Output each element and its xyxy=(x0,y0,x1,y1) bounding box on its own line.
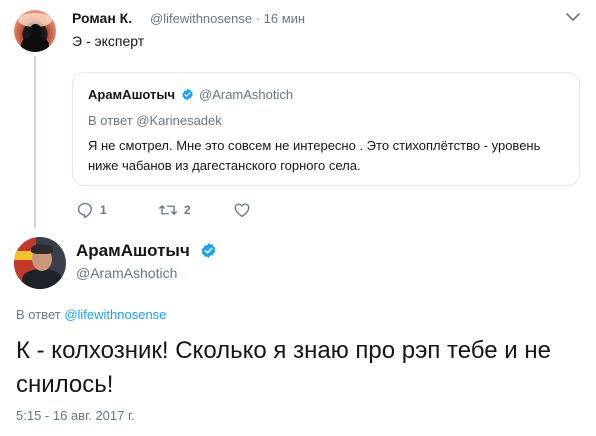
author-name[interactable]: АрамАшотыч xyxy=(76,241,190,261)
verified-badge-icon xyxy=(201,243,216,258)
quoted-tweet-card[interactable]: АрамАшотыч @AramAshotich В ответ @Karine… xyxy=(72,72,580,186)
author-name[interactable]: Роман К. xyxy=(72,10,132,26)
author-handle[interactable]: @AramAshotich xyxy=(76,265,177,281)
like-button[interactable] xyxy=(233,200,251,220)
verified-badge-icon xyxy=(182,88,193,101)
thread-line xyxy=(34,56,36,228)
retweet-button[interactable]: 2 xyxy=(158,200,191,220)
avatar-hair xyxy=(31,244,53,254)
avatar[interactable] xyxy=(14,237,66,289)
author-handle-time[interactable]: @lifewithnosense · 16 мин xyxy=(150,11,305,26)
reply-button[interactable]: 1 xyxy=(76,200,107,220)
chevron-down-icon[interactable] xyxy=(566,12,580,22)
reply-to-line: В ответ @lifewithnosense xyxy=(16,307,166,322)
tweet-text: К - колхозник! Сколько я знаю про рэп те… xyxy=(16,337,551,398)
quoted-reply-to: В ответ @Karinesadek xyxy=(88,113,222,128)
reply-icon xyxy=(77,202,92,219)
avatar-body xyxy=(22,269,62,289)
reply-prefix: В ответ xyxy=(16,307,61,322)
quoted-tweet-text: Я не смотрел. Мне это совсем не интересн… xyxy=(88,138,541,173)
heart-icon xyxy=(234,203,250,218)
retweet-count: 2 xyxy=(184,203,191,217)
avatar-shoulders xyxy=(21,36,49,52)
timestamp[interactable]: 5:15 - 16 авг. 2017 г. xyxy=(16,408,135,423)
quoted-author-handle: @AramAshotich xyxy=(199,87,294,102)
tweet-text: Э - эксперт xyxy=(72,33,145,49)
reply-count: 1 xyxy=(100,203,107,217)
quoted-author-name: АрамАшотыч xyxy=(88,87,176,102)
retweet-icon xyxy=(158,205,178,215)
avatar[interactable] xyxy=(14,10,56,52)
reply-to-link[interactable]: @lifewithnosense xyxy=(64,307,166,322)
